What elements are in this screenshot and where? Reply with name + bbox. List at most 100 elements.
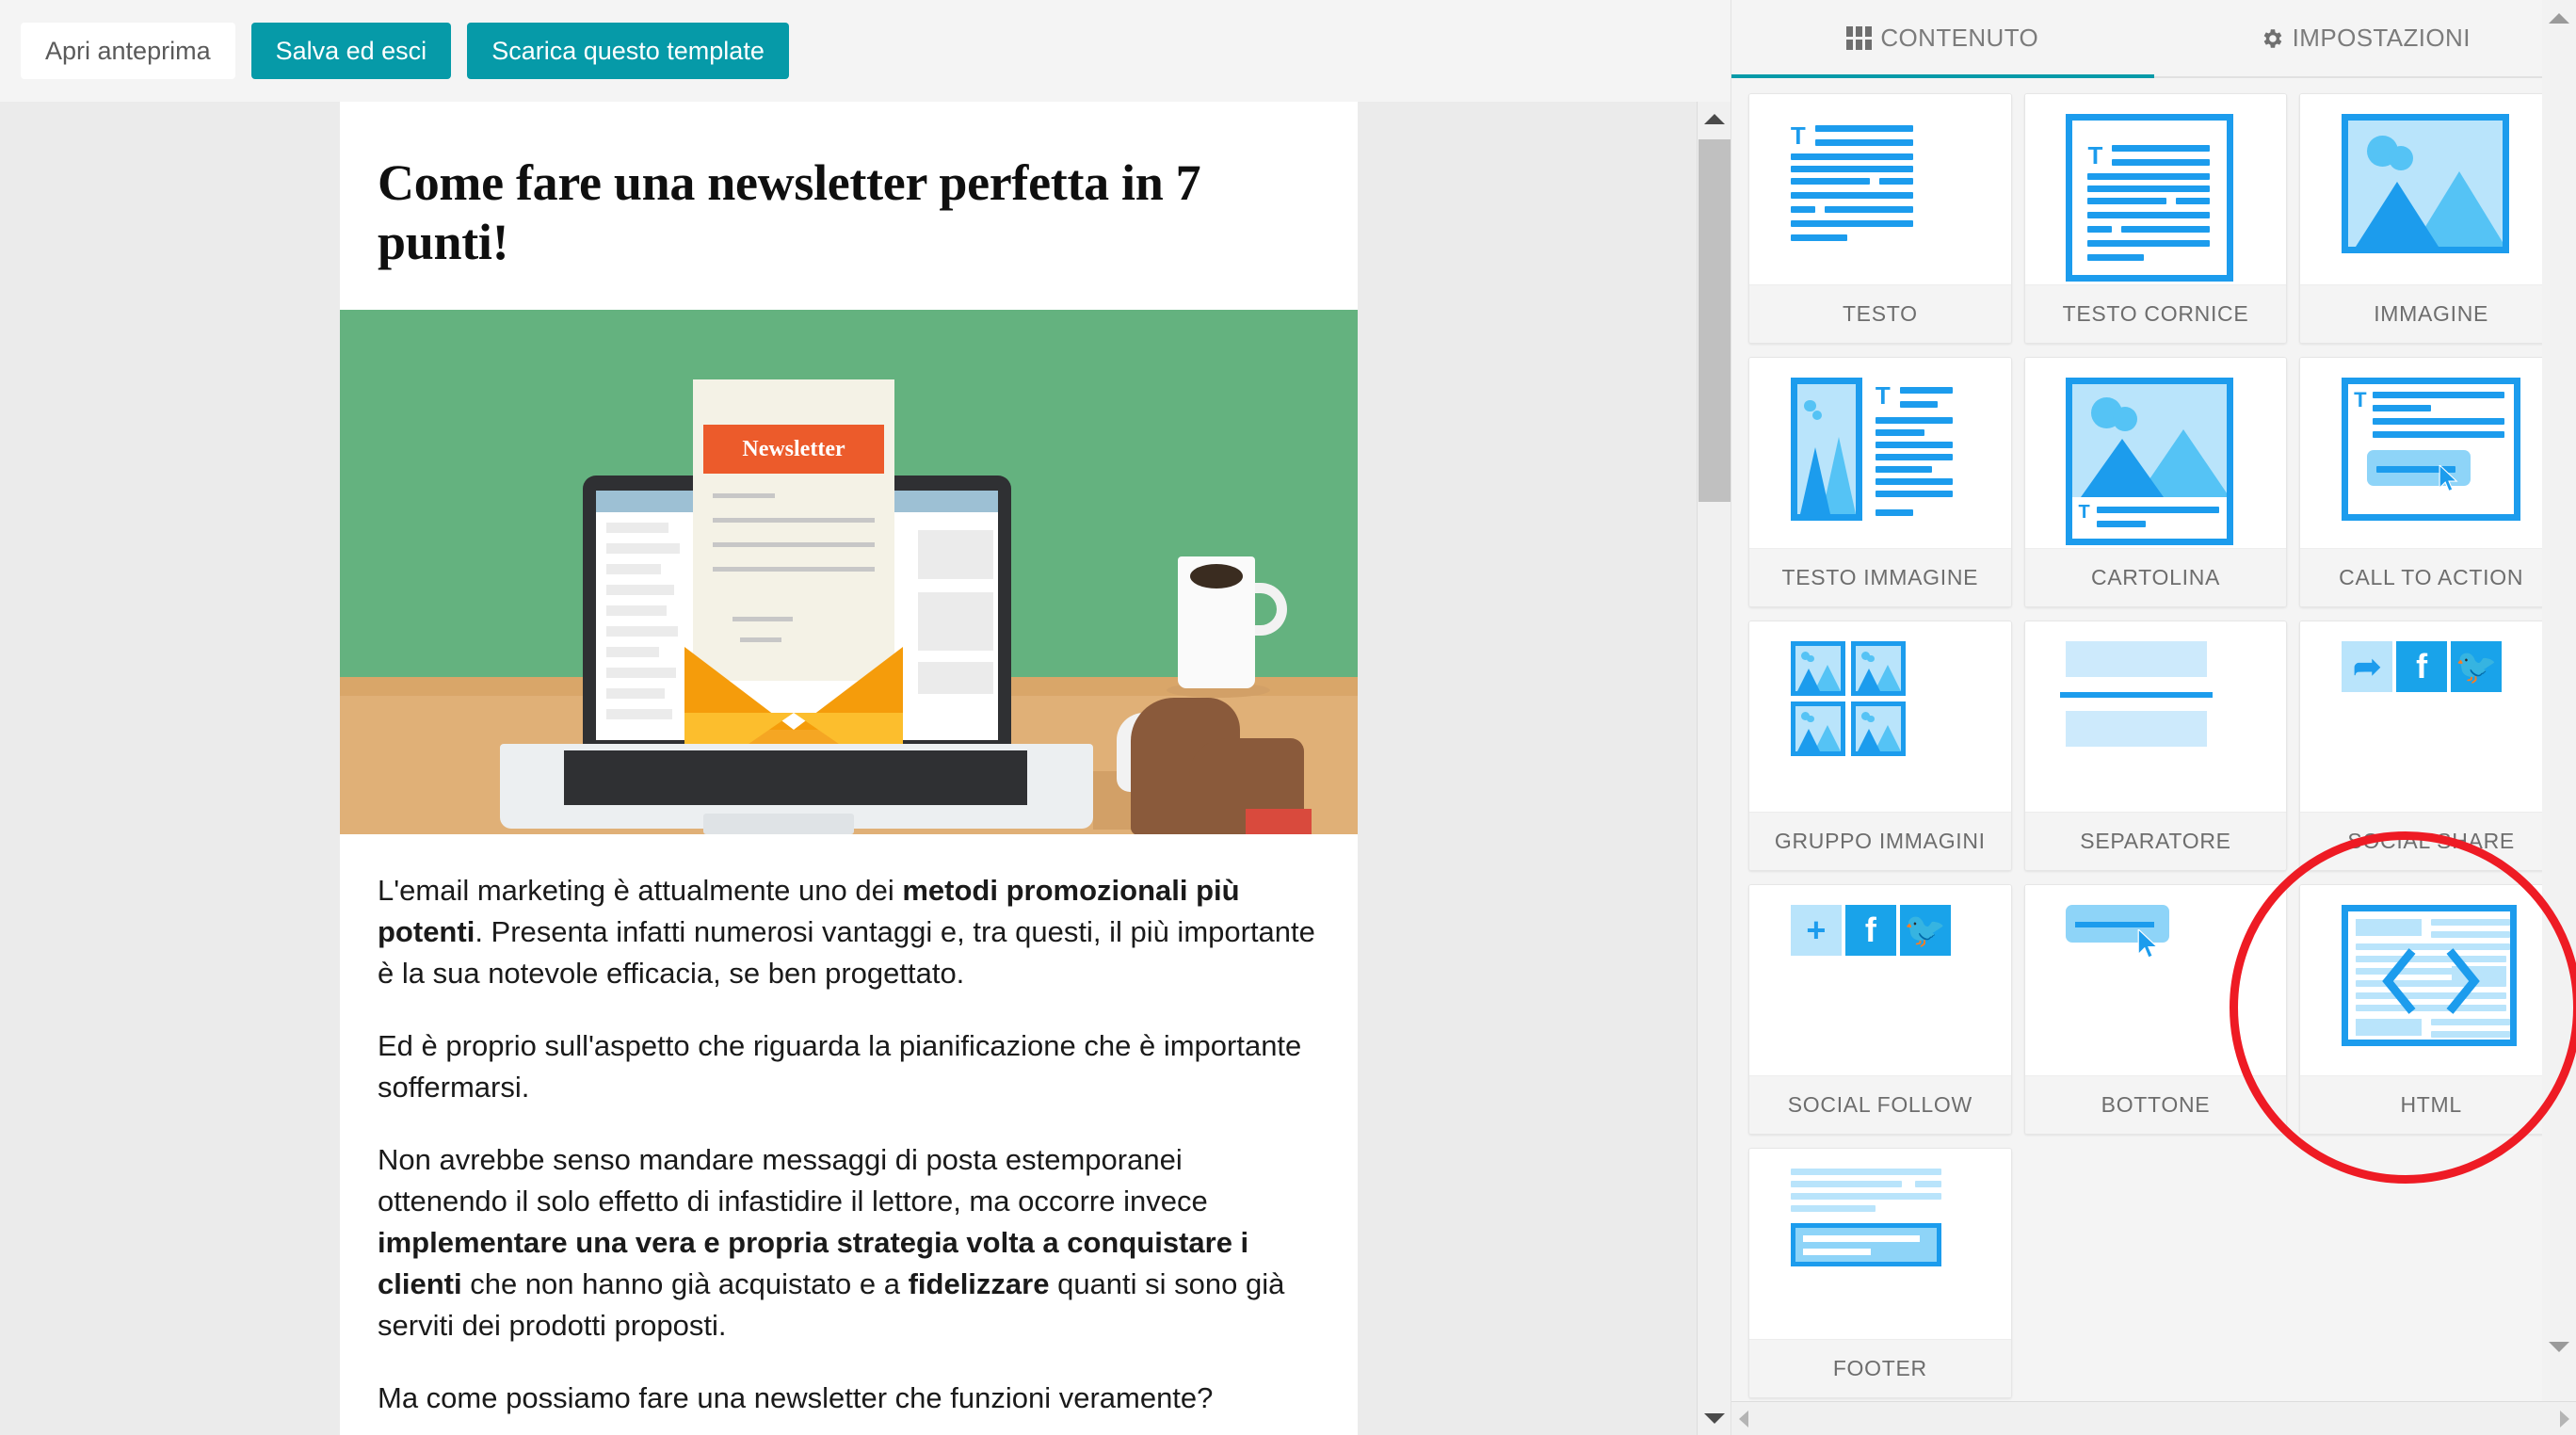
image-placeholder <box>1796 384 1856 514</box>
screen-line <box>606 543 680 555</box>
text-line <box>2097 521 2147 527</box>
footer-icon <box>1749 1149 2011 1339</box>
frame <box>2342 905 2518 1046</box>
text-line <box>1875 509 1913 516</box>
panel-horizontal-scrollbar[interactable] <box>1731 1401 2576 1435</box>
icon-artwork: + f 🐦 <box>1790 905 1970 1056</box>
content-block-cta[interactable]: T CALL TO ACTION <box>2299 357 2563 607</box>
icon-artwork <box>2342 114 2520 265</box>
mountain-front <box>1797 669 1821 691</box>
content-block-label: BOTTONE <box>2024 1075 2287 1134</box>
tab-contenuto-label: CONTENUTO <box>1880 24 2039 52</box>
content-block-image[interactable]: IMMAGINE <box>2299 93 2563 344</box>
mountain-front <box>1799 447 1830 514</box>
cloud-icon <box>1804 399 1816 411</box>
canvas-scrollbar[interactable] <box>1697 102 1731 1435</box>
newsletter-title[interactable]: Come fare una newsletter perfetta in 7 p… <box>340 153 1358 271</box>
content-block-social-share[interactable]: ➦ f 🐦 SOCIAL SHARE <box>2299 621 2563 871</box>
text-line <box>2373 418 2505 425</box>
icon-artwork <box>1790 1169 1970 1319</box>
download-template-button[interactable]: Scarica questo template <box>467 23 789 79</box>
text-line <box>2087 240 2211 247</box>
cloud-icon <box>1811 410 1822 420</box>
icon-artwork <box>2060 641 2245 792</box>
text-line <box>2112 145 2211 152</box>
text-line <box>1790 1205 1876 1212</box>
text-icon: T <box>1749 94 2011 284</box>
text-glyph: T <box>2078 502 2090 523</box>
text-line <box>1875 417 1953 424</box>
chevron-down-icon <box>1704 1412 1725 1424</box>
body-text: L'email marketing è attualmente uno dei <box>378 874 903 908</box>
tab-contenuto[interactable]: CONTENUTO <box>1731 0 2154 78</box>
content-block-html[interactable]: HTML <box>2299 884 2563 1135</box>
mountain-front <box>1858 729 1881 751</box>
content-block <box>2066 711 2208 747</box>
content-block-button[interactable]: BOTTONE <box>2023 884 2288 1135</box>
tab-impostazioni[interactable]: IMPOSTAZIONI <box>2154 0 2576 76</box>
content-block-text[interactable]: T TESTO <box>1748 93 2012 344</box>
newsletter-paragraph[interactable]: Non avrebbe senso mandare messaggi di po… <box>378 1139 1318 1346</box>
content-blocks-grid: T TESTO T TESTO CORNICE IMMAGINE T TESTO IMMAG… <box>1731 80 2576 1398</box>
content-block-footer[interactable]: FOOTER <box>1748 1148 2012 1398</box>
separator-icon <box>2024 621 2287 812</box>
text-line <box>2373 405 2432 411</box>
newsletter-paragraph[interactable]: L'email marketing è attualmente uno dei … <box>378 870 1318 994</box>
newsletter-body[interactable]: L'email marketing è attualmente uno dei … <box>340 870 1358 1435</box>
screen-block <box>918 592 993 652</box>
hero-illustration[interactable]: Newsletter <box>340 310 1358 835</box>
content-block-label: CALL TO ACTION <box>2300 548 2562 606</box>
content-block-text-image[interactable]: T TESTO IMMAGINE <box>1748 357 2012 607</box>
laptop-trackpad <box>703 814 854 835</box>
text-line <box>1802 1235 1920 1242</box>
text-line <box>1875 491 1953 497</box>
cloud-icon <box>2113 407 2138 432</box>
panel-tabs: CONTENUTO IMPOSTAZIONI <box>1731 0 2576 78</box>
image-placeholder <box>1855 706 1901 751</box>
screen-line <box>606 688 665 700</box>
content-block-separator[interactable]: SEPARATORE <box>2023 621 2288 871</box>
body-text: Ma come possiamo fare una newsletter che… <box>378 1381 1214 1415</box>
panel-vertical-scrollbar[interactable] <box>2542 0 2576 1401</box>
button-icon <box>2024 885 2287 1075</box>
scroll-down-button[interactable] <box>1698 1401 1731 1435</box>
newsletter-paragraph[interactable]: Ma come possiamo fare una newsletter che… <box>378 1378 1318 1419</box>
newsletter-paragraph[interactable]: Ed è proprio sull'aspetto che riguarda l… <box>378 1025 1318 1108</box>
newsletter-banner-label: Newsletter <box>742 437 845 462</box>
open-preview-button[interactable]: Apri anteprima <box>21 23 235 79</box>
screen-block <box>918 662 993 695</box>
facebook-icon-glyph: f <box>1864 911 1876 949</box>
content-block-image-group[interactable]: GRUPPO IMMAGINI <box>1748 621 2012 871</box>
text-line <box>1790 1181 1902 1187</box>
text-line <box>1790 220 1913 227</box>
mountain-front <box>2080 439 2164 497</box>
html-icon <box>2300 885 2562 1075</box>
content-panel: CONTENUTO IMPOSTAZIONI T TESTO T TESTO CORN… <box>1731 0 2576 1435</box>
footer-box <box>1790 1223 1941 1266</box>
content-block-text-frame[interactable]: T TESTO CORNICE <box>2023 93 2288 344</box>
content-block-postcard[interactable]: T CARTOLINA <box>2023 357 2288 607</box>
frame: T <box>2342 378 2521 521</box>
add-icon-glyph: + <box>1806 911 1827 949</box>
chevron-left-icon <box>1739 1410 1748 1427</box>
text-line <box>2087 198 2167 204</box>
canvas-scroll-thumb[interactable] <box>1699 139 1731 502</box>
text-line <box>1875 466 1932 473</box>
text-line <box>2112 159 2211 166</box>
content-block-label: TESTO IMMAGINE <box>1749 548 2011 606</box>
text-line <box>1790 178 1870 185</box>
content-block <box>2066 641 2208 677</box>
scroll-up-button[interactable] <box>1698 102 1731 136</box>
chevron-up-icon <box>1704 113 1725 124</box>
content-block-social-follow[interactable]: + f 🐦 SOCIAL FOLLOW <box>1748 884 2012 1135</box>
share-icon: ➦ <box>2342 641 2393 692</box>
letter-line <box>713 567 875 572</box>
text-line <box>1875 442 1953 448</box>
editor-canvas[interactable]: Come fare una newsletter perfetta in 7 p… <box>0 102 1697 1435</box>
text-line <box>2431 1019 2511 1025</box>
newsletter-document[interactable]: Come fare una newsletter perfetta in 7 p… <box>340 102 1358 1435</box>
save-and-exit-button[interactable]: Salva ed esci <box>250 23 452 79</box>
sleeve <box>1246 809 1312 835</box>
image-tile <box>1850 641 1906 696</box>
text-line <box>1878 178 1913 185</box>
